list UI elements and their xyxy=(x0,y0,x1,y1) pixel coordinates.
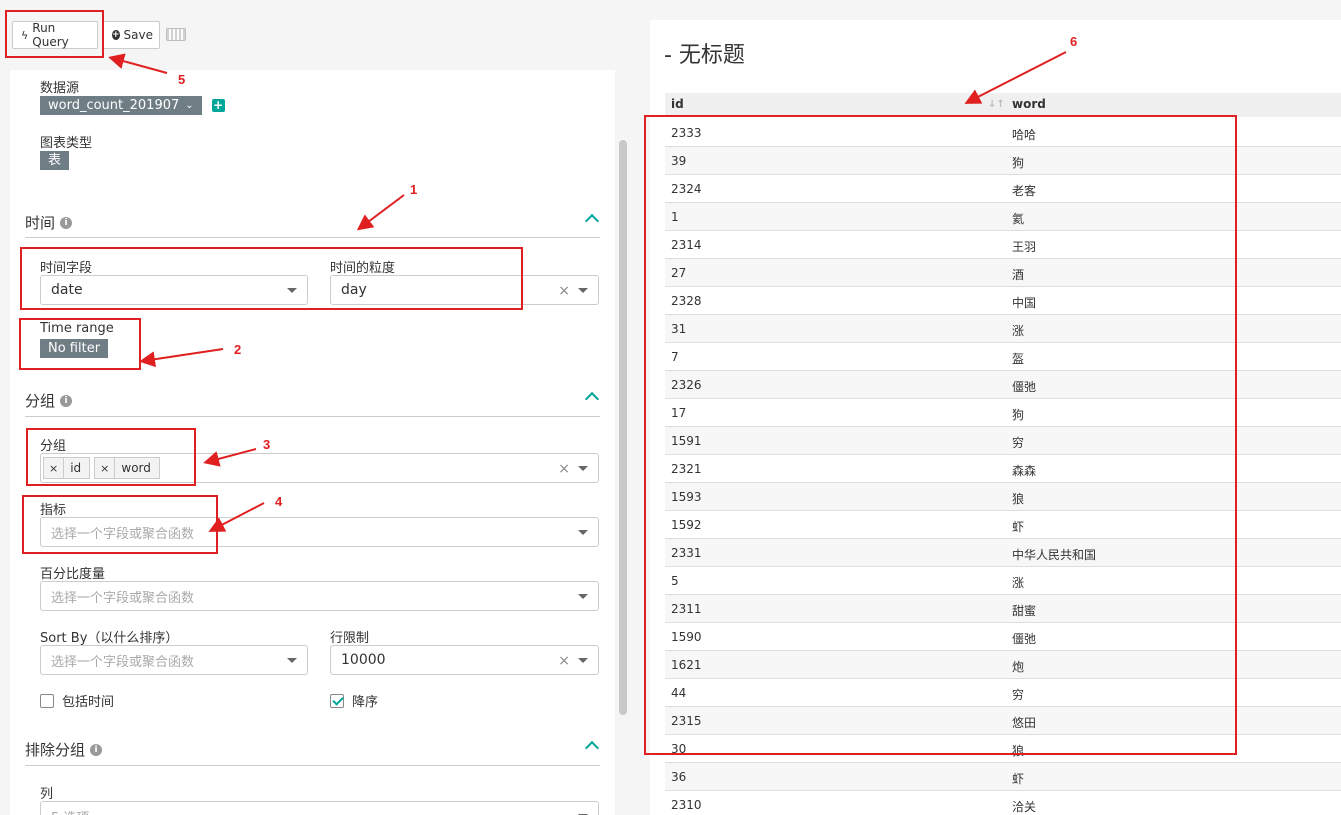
panel-scrollbar[interactable] xyxy=(619,140,627,715)
divider xyxy=(25,416,600,417)
time-section-header[interactable]: 时间 i xyxy=(25,212,73,233)
group-section-header[interactable]: 分组 i xyxy=(25,390,73,411)
annotation-label-6: 6 xyxy=(1070,34,1078,49)
table-header: id ↓↑ word xyxy=(665,93,1341,117)
divider xyxy=(25,765,600,766)
keyboard-icon[interactable] xyxy=(166,28,186,41)
columns-label: 列 xyxy=(40,787,54,802)
annotation-box-3 xyxy=(26,428,196,486)
row-limit-label: 行限制 xyxy=(330,631,370,646)
sort-icon[interactable]: ↓↑ xyxy=(988,99,1005,110)
clear-icon[interactable]: × xyxy=(558,283,570,299)
table-row: 2310 洽关 xyxy=(665,791,1341,815)
annotation-box-1 xyxy=(20,247,523,310)
cell-word: 虾 xyxy=(1012,772,1025,786)
percent-metrics-select[interactable]: 选择一个字段或聚合函数 xyxy=(40,581,599,611)
exclude-section-header[interactable]: 排除分组 i xyxy=(25,739,103,760)
collapse-icon[interactable] xyxy=(584,740,600,756)
chevron-down-icon: ⌄ xyxy=(185,100,194,111)
column-header-id[interactable]: id xyxy=(671,97,684,111)
info-icon: i xyxy=(60,394,73,407)
add-datasource-icon[interactable]: + xyxy=(211,99,225,112)
caret-down-icon xyxy=(578,658,588,663)
viz-type-label: 图表类型 xyxy=(40,136,93,151)
column-header-word[interactable]: word xyxy=(1012,97,1046,111)
save-button[interactable]: + Save xyxy=(103,21,160,49)
viz-type-selector[interactable]: 表 xyxy=(40,151,70,170)
caret-down-icon xyxy=(578,288,588,293)
collapse-icon[interactable] xyxy=(584,391,600,407)
order-desc-checkbox[interactable] xyxy=(330,693,344,708)
cell-id: 36 xyxy=(671,770,687,784)
include-time-checkbox[interactable] xyxy=(40,693,54,708)
caret-down-icon xyxy=(578,466,588,471)
datasource-label: 数据源 xyxy=(40,81,80,96)
include-time-label: 包括时间 xyxy=(62,695,115,710)
info-icon: i xyxy=(90,743,103,756)
plus-circle-icon: + xyxy=(112,30,120,40)
cell-word: 洽关 xyxy=(1012,800,1037,814)
chart-title[interactable]: - 无标题 xyxy=(664,37,745,69)
table-row: 36 虾 xyxy=(665,763,1341,791)
caret-down-icon xyxy=(578,594,588,599)
annotation-box-6 xyxy=(644,115,1237,755)
clear-icon[interactable]: × xyxy=(558,461,570,477)
annotation-box-5 xyxy=(5,10,104,58)
cell-id: 2310 xyxy=(671,798,702,812)
divider xyxy=(25,237,600,238)
percent-metrics-label: 百分比度量 xyxy=(40,567,106,582)
caret-down-icon xyxy=(578,530,588,535)
annotation-label-5: 5 xyxy=(178,72,186,87)
columns-select[interactable]: 5 选项 xyxy=(40,801,599,815)
info-icon: i xyxy=(60,216,73,229)
sortby-select[interactable]: 选择一个字段或聚合函数 xyxy=(40,645,308,675)
sortby-label: Sort By（以什么排序） xyxy=(40,631,179,646)
annotation-box-2 xyxy=(19,318,141,370)
annotation-label-3: 3 xyxy=(263,437,271,452)
clear-icon[interactable]: × xyxy=(558,653,570,669)
annotation-label-2: 2 xyxy=(234,342,242,357)
row-limit-select[interactable]: 10000 × xyxy=(330,645,599,675)
datasource-selector[interactable]: word_count_201907 ⌄ xyxy=(40,96,202,115)
order-desc-label: 降序 xyxy=(352,695,379,710)
caret-down-icon xyxy=(287,658,297,663)
annotation-label-1: 1 xyxy=(410,182,418,197)
annotation-box-4 xyxy=(22,495,218,554)
annotation-label-4: 4 xyxy=(275,494,283,509)
collapse-icon[interactable] xyxy=(584,213,600,229)
